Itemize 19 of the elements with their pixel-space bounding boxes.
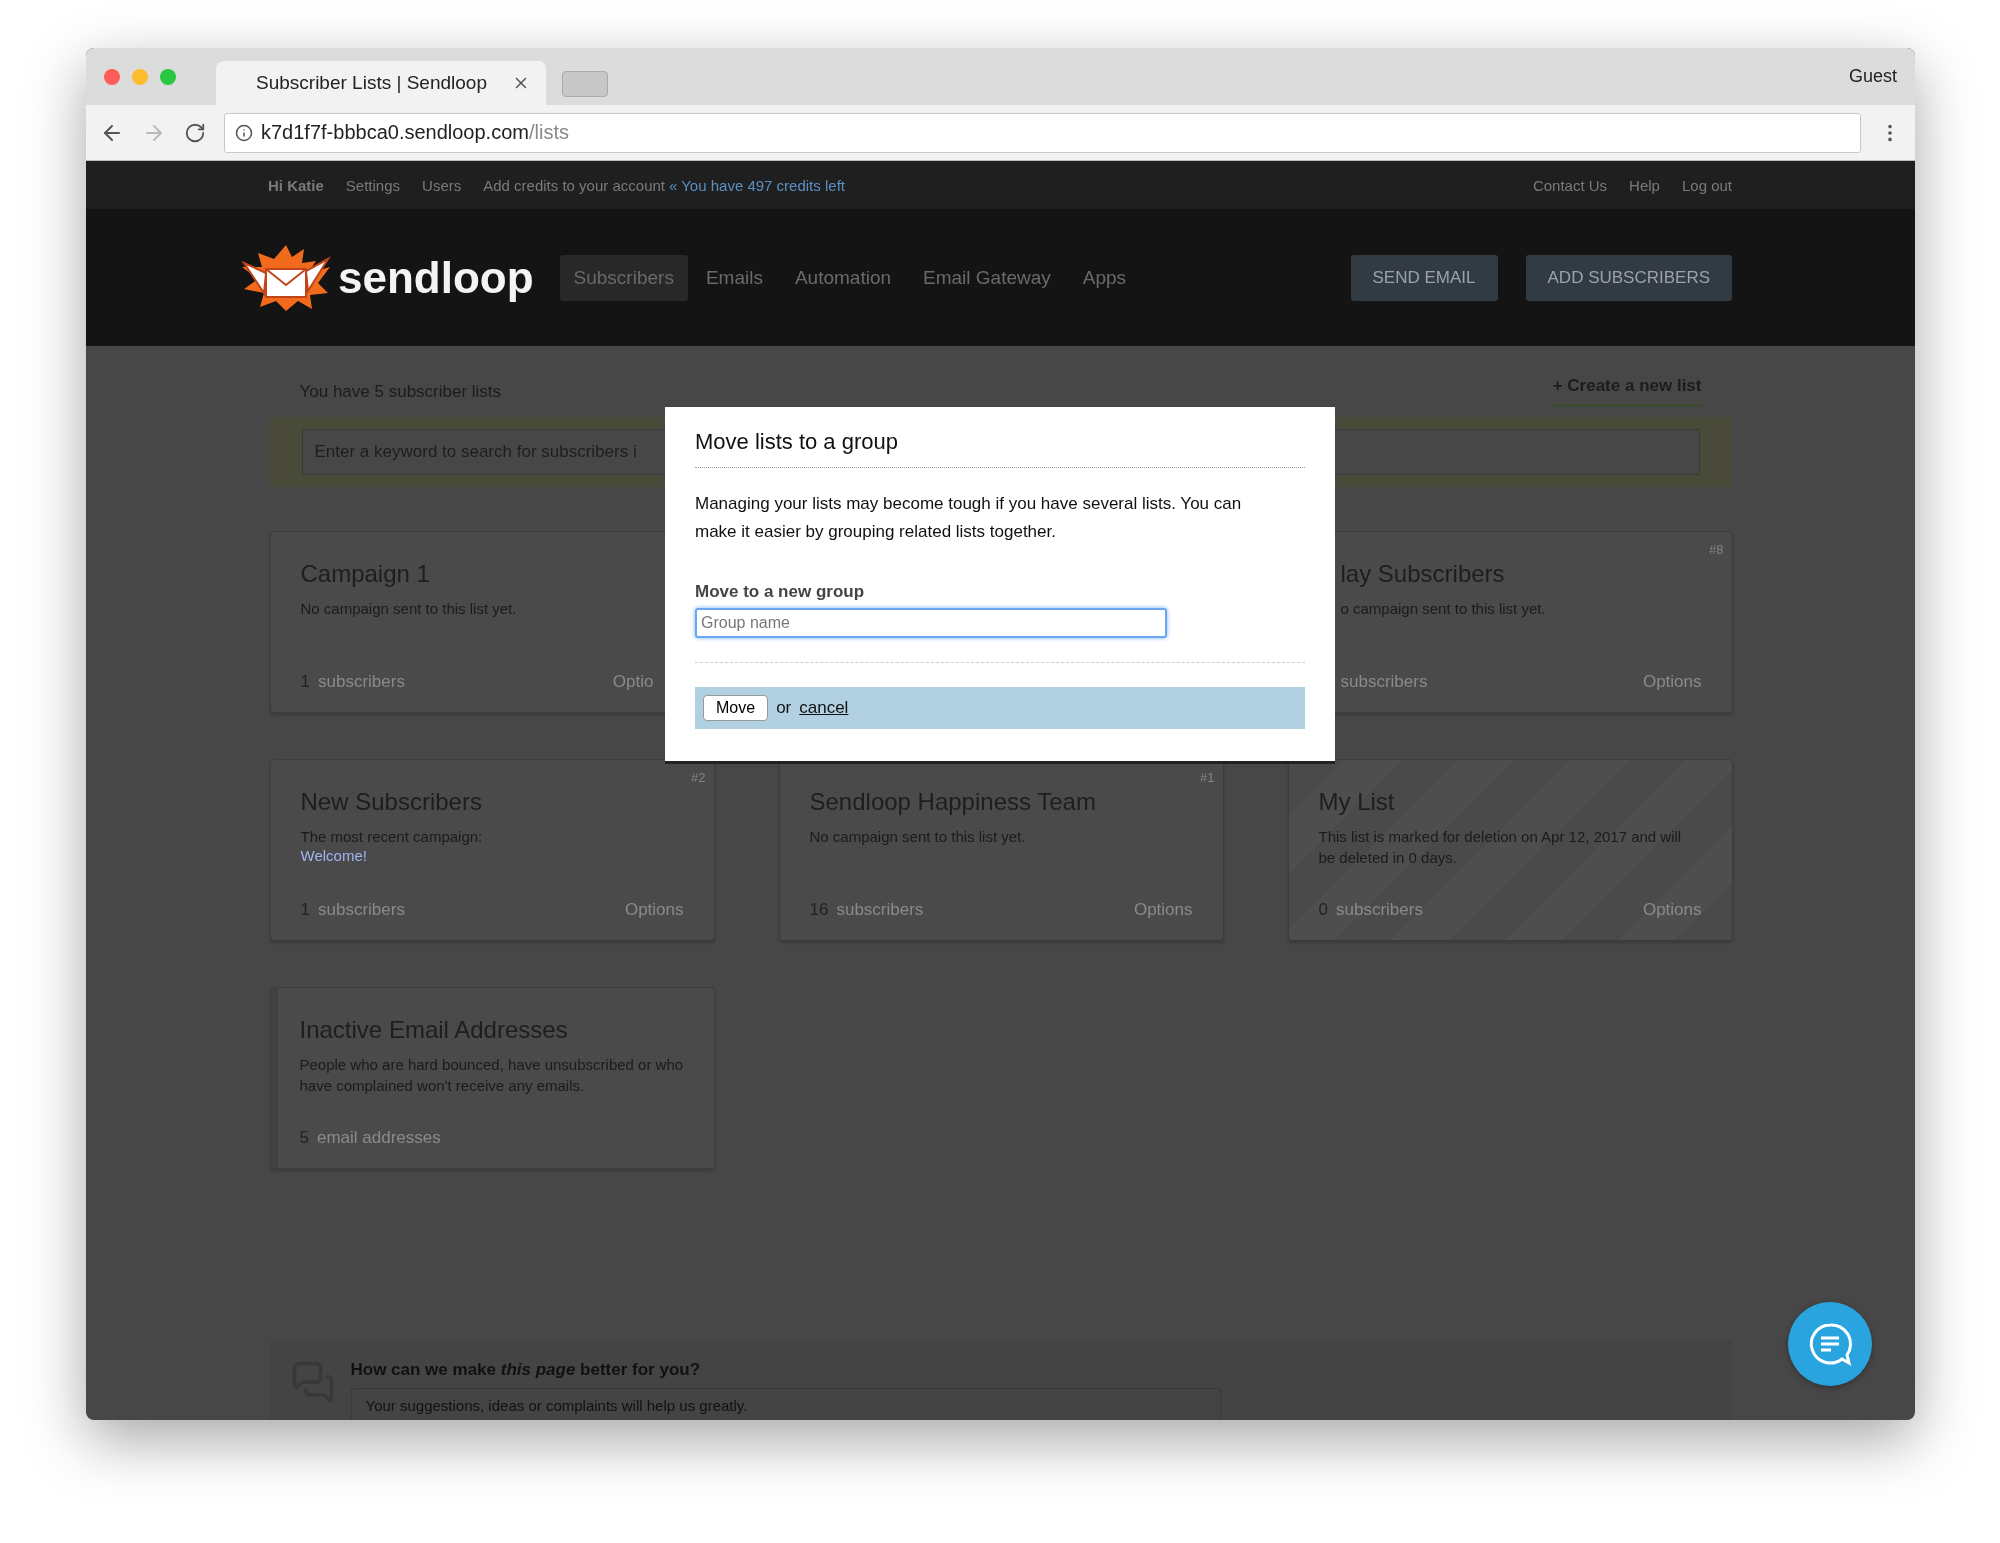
tab-title: Subscriber Lists | Sendloop: [256, 72, 487, 94]
list-number: #2: [691, 770, 706, 785]
greeting: Hi Katie: [268, 176, 324, 194]
dialog-text: Managing your lists may become tough if you have several lists. You can make it easier by grouping related lists together.: [695, 493, 1243, 543]
count-label: subscribers: [836, 900, 924, 920]
list-number: #8: [1709, 542, 1724, 557]
count-label: subscribers: [317, 672, 405, 692]
count-label: email addresses: [316, 1128, 441, 1148]
or-text: or: [776, 698, 792, 718]
url-path: /lists: [528, 121, 569, 143]
list-number: #1: [1200, 770, 1215, 785]
logo-text: sendloop: [338, 252, 534, 303]
field-label: Move to a new group: [695, 582, 866, 602]
count-label: subscribers: [1340, 672, 1428, 692]
dialog-title: Move lists to a group: [695, 429, 1305, 468]
url-host: k7d1f7f-bbbca0.sendloop.com/lists: [261, 121, 569, 144]
credits-left: « You have 497 credits left: [669, 176, 845, 194]
count-label: subscribers: [317, 900, 405, 920]
count-label: subscribers: [1335, 900, 1423, 920]
